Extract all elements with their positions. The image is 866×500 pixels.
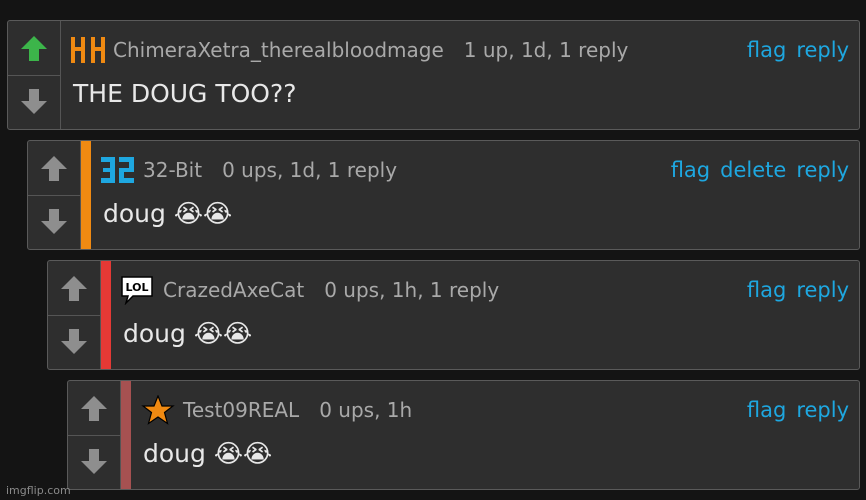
upvote-button[interactable]	[8, 21, 60, 75]
comment-meta: 0 ups, 1d, 1 reply	[222, 158, 398, 182]
delete-link[interactable]: delete	[720, 158, 786, 182]
comment-header: Test09REAL 0 ups, 1h flag reply	[139, 395, 849, 425]
comment-actions: flag delete reply	[671, 158, 849, 182]
downvote-button[interactable]	[8, 74, 60, 130]
thread-stripe	[101, 261, 111, 369]
lol-speech-bubble-icon[interactable]: LOL	[119, 275, 157, 305]
upvote-button[interactable]	[28, 141, 80, 195]
comment-actions: flag reply	[747, 398, 849, 422]
comment-actions: flag reply	[747, 278, 849, 302]
downvote-button[interactable]	[48, 314, 100, 370]
orange-star-icon[interactable]	[139, 395, 177, 425]
downvote-button[interactable]	[68, 434, 120, 490]
vote-column	[68, 381, 121, 489]
thread-stripe	[121, 381, 131, 489]
up-arrow-icon	[61, 275, 87, 301]
comment-body: LOL CrazedAxeCat 0 ups, 1h, 1 reply flag…	[111, 261, 859, 369]
comment-4: Test09REAL 0 ups, 1h flag reply doug 😭😭	[67, 380, 860, 490]
comment-meta: 0 ups, 1h, 1 reply	[324, 278, 500, 302]
down-arrow-icon	[81, 449, 107, 475]
reply-link[interactable]: reply	[796, 398, 849, 422]
comment-header: 32-Bit 0 ups, 1d, 1 reply flag delete re…	[99, 155, 849, 185]
username[interactable]: 32-Bit	[143, 158, 202, 182]
username[interactable]: Test09REAL	[183, 398, 299, 422]
lol-label: LOL	[126, 281, 149, 294]
comment-meta: 1 up, 1d, 1 reply	[463, 38, 629, 62]
comment-body: Test09REAL 0 ups, 1h flag reply doug 😭😭	[131, 381, 859, 489]
orange-hhh-logo-icon[interactable]	[69, 35, 107, 65]
flag-link[interactable]: flag	[747, 38, 786, 62]
comment-header: ChimeraXetra_therealbloodmage 1 up, 1d, …	[69, 35, 849, 65]
comment-body: 32-Bit 0 ups, 1d, 1 reply flag delete re…	[91, 141, 859, 249]
username[interactable]: CrazedAxeCat	[163, 278, 304, 302]
comment-actions: flag reply	[747, 38, 849, 62]
upvote-button[interactable]	[48, 261, 100, 315]
down-arrow-icon	[21, 89, 47, 115]
comment-1: ChimeraXetra_therealbloodmage 1 up, 1d, …	[7, 20, 860, 130]
reply-link[interactable]: reply	[796, 38, 849, 62]
comment-2: 32-Bit 0 ups, 1d, 1 reply flag delete re…	[27, 140, 860, 250]
reply-link[interactable]: reply	[796, 158, 849, 182]
comment-meta: 0 ups, 1h	[319, 398, 413, 422]
comment-text: doug 😭😭	[123, 319, 253, 348]
up-arrow-icon	[41, 155, 67, 181]
upvote-button[interactable]	[68, 381, 120, 435]
comment-3: LOL CrazedAxeCat 0 ups, 1h, 1 reply flag…	[47, 260, 860, 370]
thread-stripe	[81, 141, 91, 249]
comment-text: THE DOUG TOO??	[73, 79, 297, 108]
username[interactable]: ChimeraXetra_therealbloodmage	[113, 38, 444, 62]
flag-link[interactable]: flag	[671, 158, 710, 182]
vote-column	[48, 261, 101, 369]
comment-text: doug 😭😭	[143, 439, 273, 468]
up-arrow-icon	[81, 395, 107, 421]
vote-column	[28, 141, 81, 249]
downvote-button[interactable]	[28, 194, 80, 250]
comment-text: doug 😭😭	[103, 199, 233, 228]
vote-column	[8, 21, 61, 129]
comment-body: ChimeraXetra_therealbloodmage 1 up, 1d, …	[61, 21, 859, 129]
reply-link[interactable]: reply	[796, 278, 849, 302]
comment-header: LOL CrazedAxeCat 0 ups, 1h, 1 reply flag…	[119, 275, 849, 305]
down-arrow-icon	[41, 209, 67, 235]
flag-link[interactable]: flag	[747, 278, 786, 302]
imgflip-watermark: imgflip.com	[6, 484, 71, 497]
flag-link[interactable]: flag	[747, 398, 786, 422]
up-arrow-icon	[21, 35, 47, 61]
blue-32-logo-icon[interactable]	[99, 155, 137, 185]
down-arrow-icon	[61, 329, 87, 355]
